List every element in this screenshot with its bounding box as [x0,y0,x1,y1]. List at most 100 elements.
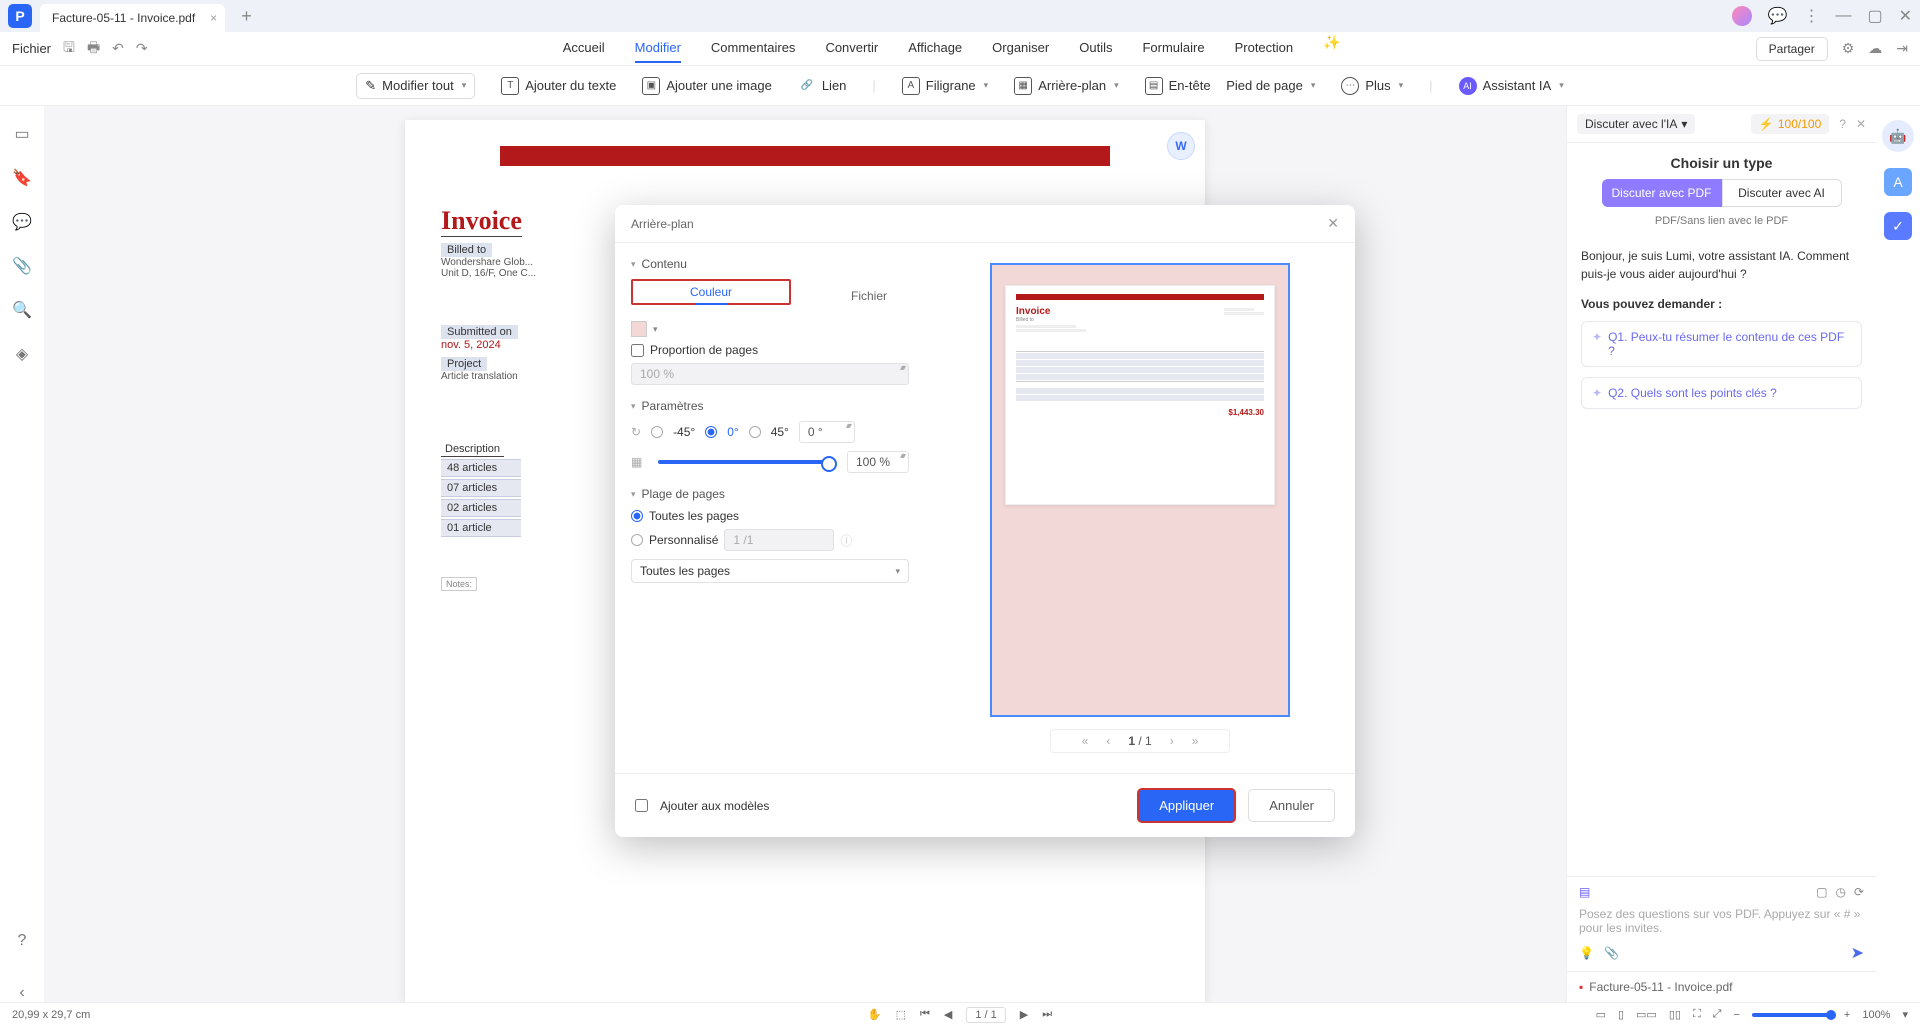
select-tool-icon[interactable]: ⬚ [896,1008,906,1021]
attach-icon[interactable]: 📎 [1604,946,1619,960]
radio-neg45[interactable] [651,426,663,438]
next-page-icon[interactable]: › [1170,734,1174,748]
chat-tab-pdf[interactable]: Discuter avec PDF [1602,179,1722,207]
tab-close-icon[interactable]: × [210,11,217,25]
sparkle-icon[interactable]: ✨ [1323,34,1340,63]
redo-icon[interactable]: ↷ [136,40,148,57]
fullscreen-icon[interactable]: ⛶ [1693,1008,1701,1021]
apply-button[interactable]: Appliquer [1137,788,1236,823]
print-icon[interactable]: 🖶 [87,37,100,61]
header-footer-dropdown[interactable]: ▤En-tête Pied de page [1145,77,1316,95]
proportion-input[interactable]: 100 % [631,363,909,385]
first-icon[interactable]: ⏮ [920,1008,930,1021]
menu-outils[interactable]: Outils [1079,34,1112,63]
undo-icon[interactable]: ↶ [112,40,124,57]
chat-clock-icon[interactable]: ◷ [1835,885,1845,899]
zoom-in-icon[interactable]: + [1844,1009,1850,1021]
menu-protection[interactable]: Protection [1235,34,1294,63]
tab-file[interactable]: Fichier [851,289,887,303]
search-icon[interactable]: 🔍 [12,300,32,320]
page-range-select[interactable]: Toutes les pages [631,559,909,583]
controls-icon[interactable]: ⚙ [1842,40,1855,57]
next-icon[interactable]: ▶ [1020,1008,1028,1021]
more-dropdown[interactable]: ⋯Plus [1341,77,1403,95]
radio-0[interactable] [705,426,717,438]
chat-doc-icon[interactable]: ▤ [1579,885,1590,899]
assistant-dropdown[interactable]: AIAssistant IA [1459,77,1564,95]
reader-icon[interactable]: ⤢ [1713,1008,1722,1021]
file-menu[interactable]: Fichier [12,41,51,56]
menu-formulaire[interactable]: Formulaire [1142,34,1204,63]
view-cont-icon[interactable]: ▯ [1618,1008,1624,1021]
chat-mode-dropdown[interactable]: Discuter avec l'IA ▾ [1577,114,1695,134]
menu-organiser[interactable]: Organiser [992,34,1049,63]
view-dual-icon[interactable]: ▭▭ [1636,1008,1657,1021]
last-page-icon[interactable]: » [1192,734,1199,748]
export-icon[interactable]: ⇥ [1896,40,1908,57]
chat-help-icon[interactable]: ? [1839,117,1846,131]
watermark-dropdown[interactable]: AFiligrane [902,77,988,95]
menu-accueil[interactable]: Accueil [563,34,605,63]
menu-commentaires[interactable]: Commentaires [711,34,796,63]
chat-refresh-icon[interactable]: ⟳ [1854,885,1864,899]
close-icon[interactable]: ✕ [1899,6,1912,26]
token-chip[interactable]: ⚡ 100/100 [1751,114,1829,134]
chat-file-row[interactable]: ▪ Facture-05-11 - Invoice.pdf [1567,971,1876,1002]
chat-copy-icon[interactable]: ▢ [1816,885,1827,899]
add-text-button[interactable]: TAjouter du texte [501,77,616,95]
link-button[interactable]: 🔗Lien [798,77,847,95]
save-icon[interactable]: 🖫 [63,37,75,61]
opacity-input[interactable]: 100 % [847,451,909,473]
menu-modifier[interactable]: Modifier [635,34,681,63]
share-button[interactable]: Partager [1756,37,1828,61]
section-params[interactable]: Paramètres [631,399,909,413]
send-icon[interactable]: ➤ [1851,943,1864,963]
proportion-checkbox[interactable] [631,344,644,357]
suggestion-q2[interactable]: ✦Q2. Quels sont les points clés ? [1581,377,1862,409]
bulb-icon[interactable]: 💡 [1579,946,1594,960]
hand-tool-icon[interactable]: ✋ [868,1008,882,1021]
zoom-out-icon[interactable]: − [1733,1009,1739,1021]
prev-page-icon[interactable]: ‹ [1106,734,1110,748]
radio-custom[interactable] [631,534,643,546]
rail-check-icon[interactable]: ✓ [1884,212,1912,240]
document-tab[interactable]: Facture-05-11 - Invoice.pdf × [40,4,225,32]
word-badge-icon[interactable]: W [1167,132,1195,160]
layers-icon[interactable]: ◈ [16,344,28,364]
rail-chat-icon[interactable]: 🤖 [1882,120,1914,152]
message-icon[interactable]: 💬 [1768,6,1788,26]
cloud-icon[interactable]: ☁ [1868,40,1882,57]
add-image-button[interactable]: ▣Ajouter une image [642,77,772,95]
maximize-icon[interactable]: ▢ [1867,6,1882,26]
first-page-icon[interactable]: « [1082,734,1089,748]
comments-icon[interactable]: 💬 [12,212,32,232]
section-content[interactable]: Contenu [631,257,909,271]
collapse-icon[interactable]: ‹ [19,984,24,1002]
chat-close-icon[interactable]: ✕ [1856,117,1866,131]
add-template-checkbox[interactable] [635,799,648,812]
thumbnails-icon[interactable]: ▭ [14,124,29,144]
background-dropdown[interactable]: ▦Arrière-plan [1014,77,1118,95]
minimize-icon[interactable]: — [1835,7,1851,25]
radio-all-pages[interactable] [631,510,643,522]
radio-45[interactable] [749,426,761,438]
status-page-num[interactable]: 1 [975,1009,981,1021]
opacity-slider[interactable] [658,460,831,464]
tab-add-icon[interactable]: + [233,6,260,27]
chat-tab-ai[interactable]: Discuter avec AI [1722,179,1842,207]
edit-all-dropdown[interactable]: ✎ Modifier tout [356,73,475,99]
kebab-icon[interactable]: ⋮ [1803,6,1819,26]
prev-icon[interactable]: ◀ [944,1008,952,1021]
menu-convertir[interactable]: Convertir [825,34,878,63]
rotation-input[interactable]: 0 ° [799,421,855,443]
zoom-value[interactable]: 100% [1862,1009,1890,1021]
modal-close-icon[interactable]: ✕ [1327,215,1339,232]
menu-affichage[interactable]: Affichage [908,34,962,63]
view-single-icon[interactable]: ▭ [1596,1008,1606,1021]
rail-translate-icon[interactable]: A [1884,168,1912,196]
bookmarks-icon[interactable]: 🔖 [12,168,32,188]
info-icon[interactable]: ⓘ [840,532,852,549]
color-swatch-dropdown[interactable] [631,321,909,337]
chat-input[interactable]: Posez des questions sur vos PDF. Appuyez… [1579,907,1864,935]
custom-range-input[interactable]: 1 /1 [724,529,834,551]
